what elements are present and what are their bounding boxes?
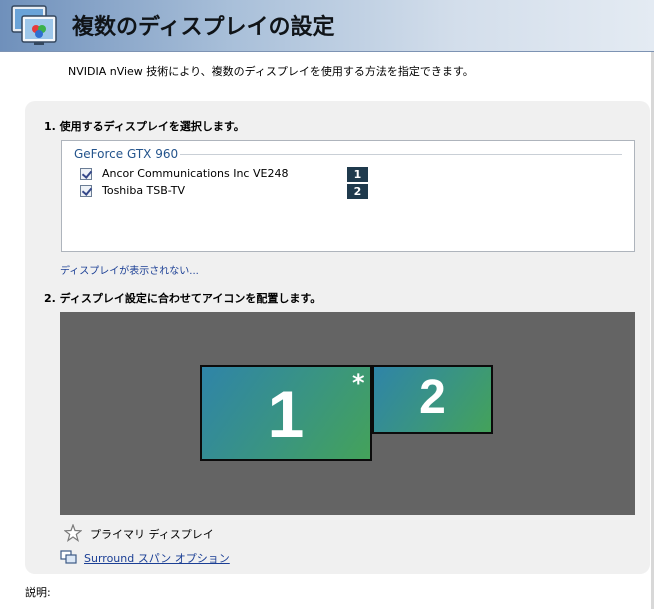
page-header: 複数のディスプレイの設定 <box>0 0 654 52</box>
surround-icon <box>60 549 78 568</box>
step2-heading: 2. ディスプレイ設定に合わせてアイコンを配置します。 <box>44 292 322 305</box>
display-1-checkbox[interactable] <box>80 168 92 180</box>
monitor-2-number: 2 <box>419 371 446 424</box>
surround-span-options-link[interactable]: Surround スパン オプション <box>84 550 230 566</box>
page-title: 複数のディスプレイの設定 <box>72 15 335 40</box>
monitor-1-number: 1 <box>267 377 305 451</box>
step1-heading: 1. 使用するディスプレイを選択します。 <box>44 120 245 133</box>
monitor-1-icon[interactable]: 1 * <box>200 365 372 461</box>
display-2-label: Toshiba TSB-TV <box>102 184 186 197</box>
primary-star-icon: * <box>352 369 365 397</box>
primary-star-legend-icon <box>63 523 83 545</box>
display-row-1[interactable]: Ancor Communications Inc VE248 <box>80 166 380 182</box>
description-label: 説明: <box>25 586 51 599</box>
display-2-checkbox[interactable] <box>80 185 92 197</box>
primary-display-label: プライマリ ディスプレイ <box>90 528 214 541</box>
display-row-2[interactable]: Toshiba TSB-TV <box>80 183 380 199</box>
display-arrangement-canvas[interactable]: 1 * 2 <box>60 312 635 515</box>
display-2-number-badge: 2 <box>347 184 368 199</box>
display-selection-box: GeForce GTX 960 Ancor Communications Inc… <box>61 140 635 252</box>
gpu-name: GeForce GTX 960 <box>74 147 179 161</box>
page-subtitle: NVIDIA nView 技術により、複数のディスプレイを使用する方法を指定でき… <box>68 65 474 78</box>
display-not-shown-link[interactable]: ディスプレイが表示されない... <box>60 262 199 277</box>
primary-display-legend: プライマリ ディスプレイ <box>63 523 364 545</box>
multi-display-icon <box>10 4 58 48</box>
display-1-number-badge: 1 <box>347 167 368 182</box>
display-1-label: Ancor Communications Inc VE248 <box>102 167 289 180</box>
surround-option-row[interactable]: Surround スパン オプション <box>60 548 360 566</box>
monitor-2-icon[interactable]: 2 <box>372 365 493 434</box>
gpu-divider <box>180 154 622 155</box>
